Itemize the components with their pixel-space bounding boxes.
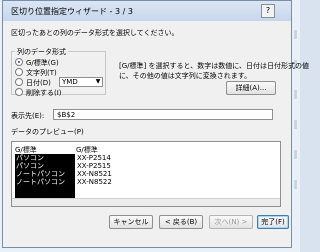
date-format-select[interactable]: YMD ▼ <box>59 77 103 87</box>
date-format-value: YMD <box>62 78 78 86</box>
column-format-group: 列のデータ形式 G/標準(G) 文字列(T) 日付(D) YMD ▼ 削除する(… <box>11 47 309 98</box>
radio-general[interactable] <box>15 58 23 66</box>
back-button[interactable]: < 戻る(B) <box>159 215 203 229</box>
preview-cell: ノートパソコン <box>16 178 65 186</box>
sheet-cell <box>294 150 297 159</box>
format-description-line2: に、その他の値は文字列に変換されます。 <box>119 72 252 80</box>
radio-text[interactable] <box>15 68 23 76</box>
preview-horizontal-scrollbar[interactable] <box>12 198 280 206</box>
radio-skip-label[interactable]: 削除する(I) <box>26 88 62 98</box>
dialog-titlebar[interactable]: 区切り位置指定ウィザード - 3 / 3 ? <box>3 1 291 21</box>
text-wizard-dialog: 区切り位置指定ウィザード - 3 / 3 ? 区切ったあとの列のデータ形式を選択… <box>2 0 309 248</box>
destination-input[interactable]: $B$2 <box>53 109 273 120</box>
preview-col2-header[interactable]: G/標準 <box>76 145 276 154</box>
format-description-line1: [G/標準] を選択すると、数字は数値に、日付は日付形式の値 <box>119 62 309 70</box>
radio-text-label[interactable]: 文字列(T) <box>26 68 57 78</box>
preview-cell: パソコン <box>16 154 44 162</box>
detail-button[interactable]: 詳細(A)... <box>226 81 276 95</box>
help-button[interactable]: ? <box>261 4 275 18</box>
preview-col1-header[interactable]: G/標準 <box>15 145 75 154</box>
radio-skip[interactable] <box>15 88 23 96</box>
preview-cell: パソコン <box>16 162 44 170</box>
instruction-text: 区切ったあとの列のデータ形式を選択してください。 <box>11 29 179 37</box>
preview-cell: XX-P2515 <box>77 162 111 170</box>
group-legend: 列のデータ形式 <box>15 47 68 57</box>
sheet-cell <box>294 30 297 39</box>
chevron-down-icon: ▼ <box>95 78 101 85</box>
preview-cell: ノートパソコン <box>16 170 65 178</box>
cancel-button[interactable]: キャンセル <box>109 215 153 229</box>
next-button[interactable]: 次へ(N) > <box>209 215 253 229</box>
preview-cell: XX-N8522 <box>77 178 112 186</box>
radio-general-label[interactable]: G/標準(G) <box>26 58 59 68</box>
preview-cell: XX-N8521 <box>77 170 112 178</box>
radio-date-label[interactable]: 日付(D) <box>26 78 51 88</box>
dialog-title: 区切り位置指定ウィザード - 3 / 3 <box>11 7 133 16</box>
sheet-cell <box>294 180 297 189</box>
destination-value: $B$2 <box>57 111 76 119</box>
finish-button[interactable]: 完了(F) <box>257 215 289 229</box>
preview-label: データのプレビュー(P) <box>11 128 84 136</box>
preview-cell: XX-P2514 <box>77 154 111 162</box>
data-preview[interactable]: G/標準 G/標準 パソコン パソコン ノートパソコン ノートパソコン XX-P… <box>11 141 281 207</box>
radio-date[interactable] <box>15 78 23 86</box>
sheet-cell <box>294 90 297 99</box>
destination-label: 表示先(E): <box>11 112 45 120</box>
sheet-cell <box>294 120 297 129</box>
